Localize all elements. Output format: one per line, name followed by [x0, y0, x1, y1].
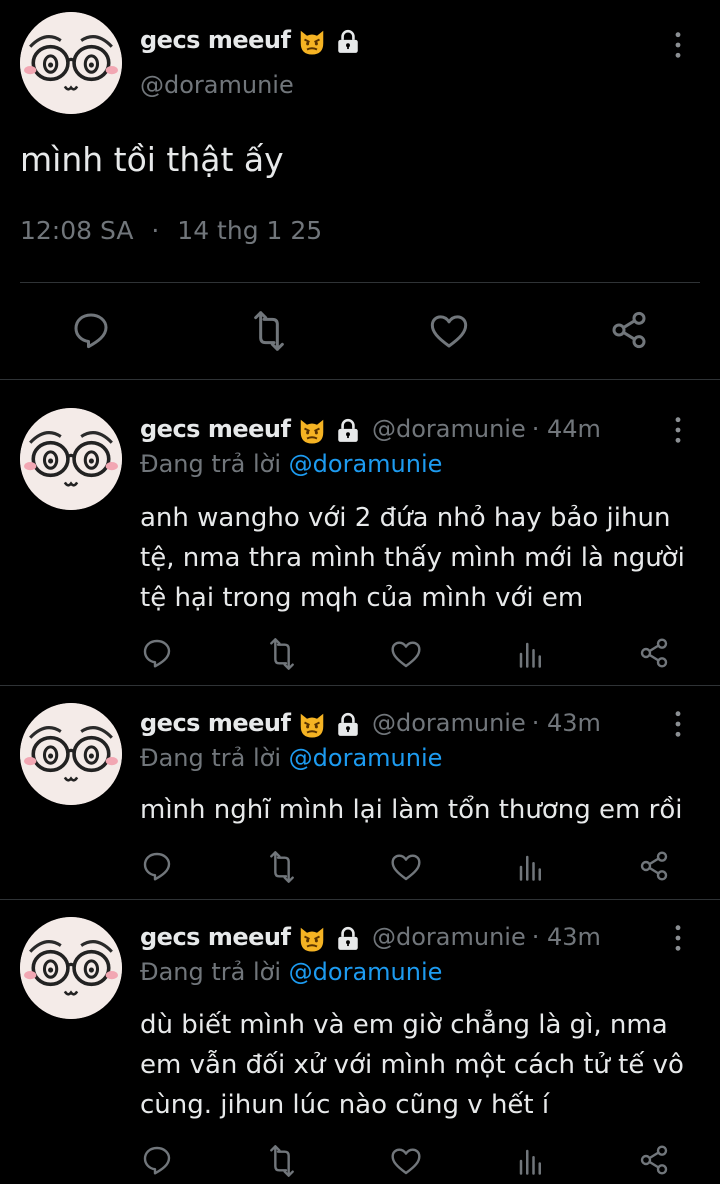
reply-text-line: anh wangho với 2 đứa nhỏ hay bảo jihun: [140, 503, 671, 533]
retweet-icon[interactable]: [266, 1145, 298, 1177]
share-icon[interactable]: [638, 850, 670, 882]
retweet-icon[interactable]: [249, 311, 289, 351]
reply-text: mình nghĩ mình lại làm tổn thương em rồi: [140, 790, 682, 830]
reply-age: · 43m: [531, 709, 601, 737]
divider: [20, 282, 700, 283]
replying-to-link[interactable]: @doramunie: [289, 958, 443, 986]
angry-cat-emoji-icon: [297, 27, 327, 57]
share-icon[interactable]: [609, 310, 649, 350]
like-icon[interactable]: [429, 311, 469, 351]
tweet-date: 14 thg 1 25: [177, 216, 323, 245]
tweet-time: 12:08 SA: [20, 216, 134, 245]
reply-icon[interactable]: [141, 850, 173, 882]
views-icon[interactable]: [516, 1146, 546, 1176]
avatar[interactable]: [20, 408, 122, 510]
replying-to-line: Đang trả lời @doramunie: [140, 958, 442, 986]
reply-age: · 44m: [531, 415, 601, 443]
avatar[interactable]: [20, 12, 122, 114]
views-icon[interactable]: [516, 852, 546, 882]
separator-dot: ·: [151, 216, 160, 245]
handle[interactable]: @doramunie: [140, 71, 294, 99]
handle[interactable]: @doramunie: [372, 923, 526, 951]
reply-text-line: mình nghĩ mình lại làm tổn thương em rồi: [140, 795, 683, 825]
reply-text-line: tệ hại trong mqh của mình với em: [140, 583, 584, 613]
replying-to-link[interactable]: @doramunie: [289, 744, 443, 772]
reply-icon[interactable]: [71, 310, 111, 350]
reply-age: · 43m: [531, 923, 601, 951]
more-vertical-icon[interactable]: [673, 416, 683, 444]
more-vertical-icon[interactable]: [673, 710, 683, 738]
angry-cat-emoji-icon: [297, 710, 327, 740]
replying-to-line: Đang trả lời @doramunie: [140, 744, 442, 772]
more-vertical-icon[interactable]: [673, 31, 683, 59]
replying-to-line: Đang trả lời @doramunie: [140, 450, 442, 478]
reply-icon[interactable]: [141, 1144, 173, 1176]
reply-header: gecs meeuf: [140, 415, 291, 443]
reply-text-line: tệ, nma thra mình thấy mình mới là người: [140, 543, 685, 573]
display-name[interactable]: gecs meeuf: [140, 26, 291, 54]
display-name[interactable]: gecs meeuf: [140, 923, 291, 951]
lock-icon: [335, 418, 361, 444]
divider: [0, 899, 720, 900]
divider: [0, 379, 720, 380]
divider: [0, 685, 720, 686]
replying-prefix: Đang trả lời: [140, 744, 282, 772]
reply-icon[interactable]: [141, 637, 173, 669]
reply-text-line: em vẫn đối xử với mình một cách tử tế vô: [140, 1050, 684, 1080]
lock-icon: [335, 29, 361, 55]
reply-header: gecs meeuf: [140, 709, 291, 737]
reply-text: dù biết mình và em giờ chẳng là gì, nma …: [140, 1005, 684, 1125]
retweet-icon[interactable]: [266, 638, 298, 670]
share-icon[interactable]: [638, 1144, 670, 1176]
replying-to-link[interactable]: @doramunie: [289, 450, 443, 478]
retweet-icon[interactable]: [266, 851, 298, 883]
reply-text: anh wangho với 2 đứa nhỏ hay bảo jihun t…: [140, 498, 685, 618]
reply-text-line: dù biết mình và em giờ chẳng là gì, nma: [140, 1010, 668, 1040]
like-icon[interactable]: [390, 638, 422, 670]
avatar[interactable]: [20, 917, 122, 1019]
angry-cat-emoji-icon: [297, 924, 327, 954]
replying-prefix: Đang trả lời: [140, 450, 282, 478]
handle[interactable]: @doramunie: [372, 415, 526, 443]
views-icon[interactable]: [516, 639, 546, 669]
tweet-text: mình tồi thật ấy: [20, 140, 284, 179]
tweet-timestamp[interactable]: 12:08 SA · 14 thg 1 25: [20, 216, 322, 245]
like-icon[interactable]: [390, 1145, 422, 1177]
reply-text-line: cùng. jihun lúc nào cũng v hết í: [140, 1090, 550, 1120]
avatar[interactable]: [20, 703, 122, 805]
lock-icon: [335, 926, 361, 952]
angry-cat-emoji-icon: [297, 416, 327, 446]
reply-header: gecs meeuf: [140, 923, 291, 951]
more-vertical-icon[interactable]: [673, 924, 683, 952]
replying-prefix: Đang trả lời: [140, 958, 282, 986]
handle[interactable]: @doramunie: [372, 709, 526, 737]
lock-icon: [335, 712, 361, 738]
like-icon[interactable]: [390, 851, 422, 883]
display-name[interactable]: gecs meeuf: [140, 709, 291, 737]
display-name[interactable]: gecs meeuf: [140, 415, 291, 443]
share-icon[interactable]: [638, 637, 670, 669]
